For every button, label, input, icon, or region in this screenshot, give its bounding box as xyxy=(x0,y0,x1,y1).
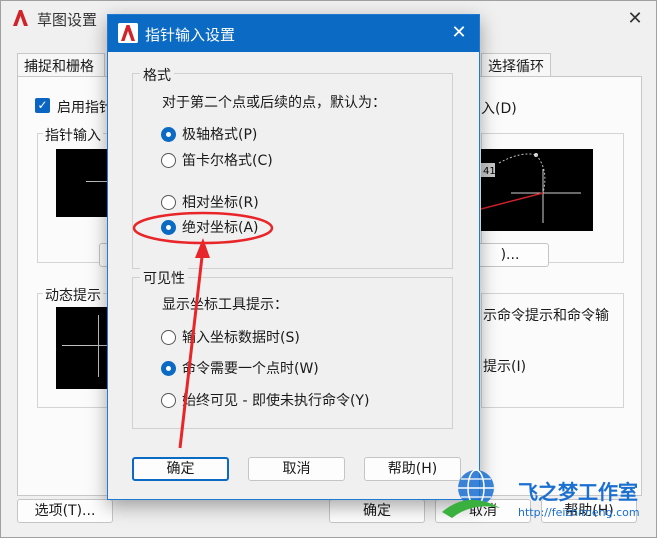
radio-when-command-asks-point[interactable]: 命令需要一个点时(W) xyxy=(161,358,319,378)
watermark-text: 飞之梦工作室 xyxy=(518,480,638,504)
dimension-preview: 41 xyxy=(480,149,593,231)
radio-label: 始终可见 - 即使未执行命令(Y) xyxy=(182,393,370,409)
autocad-logo-icon xyxy=(118,23,138,43)
radio-button[interactable] xyxy=(161,194,176,210)
radio-cartesian-format[interactable]: 笛卡尔格式(C) xyxy=(161,150,273,170)
radio-label: 相对坐标(R) xyxy=(182,195,259,211)
radio-button[interactable] xyxy=(161,219,176,235)
radio-label: 笛卡尔格式(C) xyxy=(182,153,273,169)
watermark-url: http://feizhimeng.com xyxy=(518,506,640,519)
show-command-prompt-label: 示命令提示和命令输 xyxy=(483,308,609,324)
dynamic-prompt-group-label: 动态提示 xyxy=(43,285,103,305)
radio-button[interactable] xyxy=(161,126,176,142)
radio-button[interactable] xyxy=(161,152,176,168)
visibility-group-label: 可见性 xyxy=(140,268,188,288)
dimension-settings-button[interactable]: )... xyxy=(471,243,549,267)
window-title: 草图设置 xyxy=(37,11,98,29)
radio-label: 命令需要一个点时(W) xyxy=(182,361,319,377)
close-icon[interactable]: ✕ xyxy=(625,9,645,29)
radio-button[interactable] xyxy=(161,360,176,376)
options-button[interactable]: 选项(T)... xyxy=(17,499,113,523)
cancel-button[interactable]: 取消 xyxy=(248,457,345,481)
format-group-label: 格式 xyxy=(140,65,174,85)
radio-button[interactable] xyxy=(161,392,176,408)
pointer-input-settings-dialog: 指针输入设置 ✕ 格式 对于第二个点或后续的点，默认为： 极轴格式(P) 笛卡尔… xyxy=(107,14,480,500)
tab-selection-cycling[interactable]: 选择循环 xyxy=(481,53,551,77)
radio-always-visible[interactable]: 始终可见 - 即使未执行命令(Y) xyxy=(161,390,369,410)
radio-button[interactable] xyxy=(161,329,176,345)
dynamic-input-label: 入(D) xyxy=(481,101,517,117)
close-icon[interactable]: ✕ xyxy=(448,22,470,44)
tooltip-label: 提示(I) xyxy=(483,359,527,375)
radio-relative-coords[interactable]: 相对坐标(R) xyxy=(161,192,259,212)
visibility-prompt: 显示坐标工具提示： xyxy=(162,297,288,313)
pointer-preview xyxy=(56,149,108,217)
watermark: 飞之梦工作室 http://feizhimeng.com xyxy=(438,462,653,534)
autocad-logo-icon xyxy=(13,10,28,26)
dimension-preview-graphic: 41 xyxy=(480,153,581,223)
preview-badge: 41 xyxy=(483,166,496,177)
dynamic-prompt-preview xyxy=(56,307,108,389)
radio-when-typing-coords[interactable]: 输入坐标数据时(S) xyxy=(161,327,300,347)
dialog-title: 指针输入设置 xyxy=(145,26,236,44)
ok-button[interactable]: 确定 xyxy=(132,457,229,481)
globe-logo-icon xyxy=(442,469,500,518)
tab-snap-grid[interactable]: 捕捉和栅格 xyxy=(17,53,105,77)
pointer-input-group-label: 指针输入 xyxy=(43,125,103,145)
format-prompt: 对于第二个点或后续的点，默认为： xyxy=(162,95,386,111)
dialog-titlebar: 指针输入设置 ✕ xyxy=(108,15,479,52)
radio-label: 极轴格式(P) xyxy=(182,127,258,143)
radio-label: 输入坐标数据时(S) xyxy=(182,330,300,346)
enable-pointer-checkbox[interactable]: ✓ xyxy=(35,98,50,113)
radio-label: 绝对坐标(A) xyxy=(182,220,259,236)
radio-polar-format[interactable]: 极轴格式(P) xyxy=(161,124,257,144)
enable-pointer-label: 启用指针 xyxy=(57,100,113,116)
radio-absolute-coords[interactable]: 绝对坐标(A) xyxy=(161,217,259,237)
bg-ok-button[interactable]: 确定 xyxy=(329,499,425,523)
